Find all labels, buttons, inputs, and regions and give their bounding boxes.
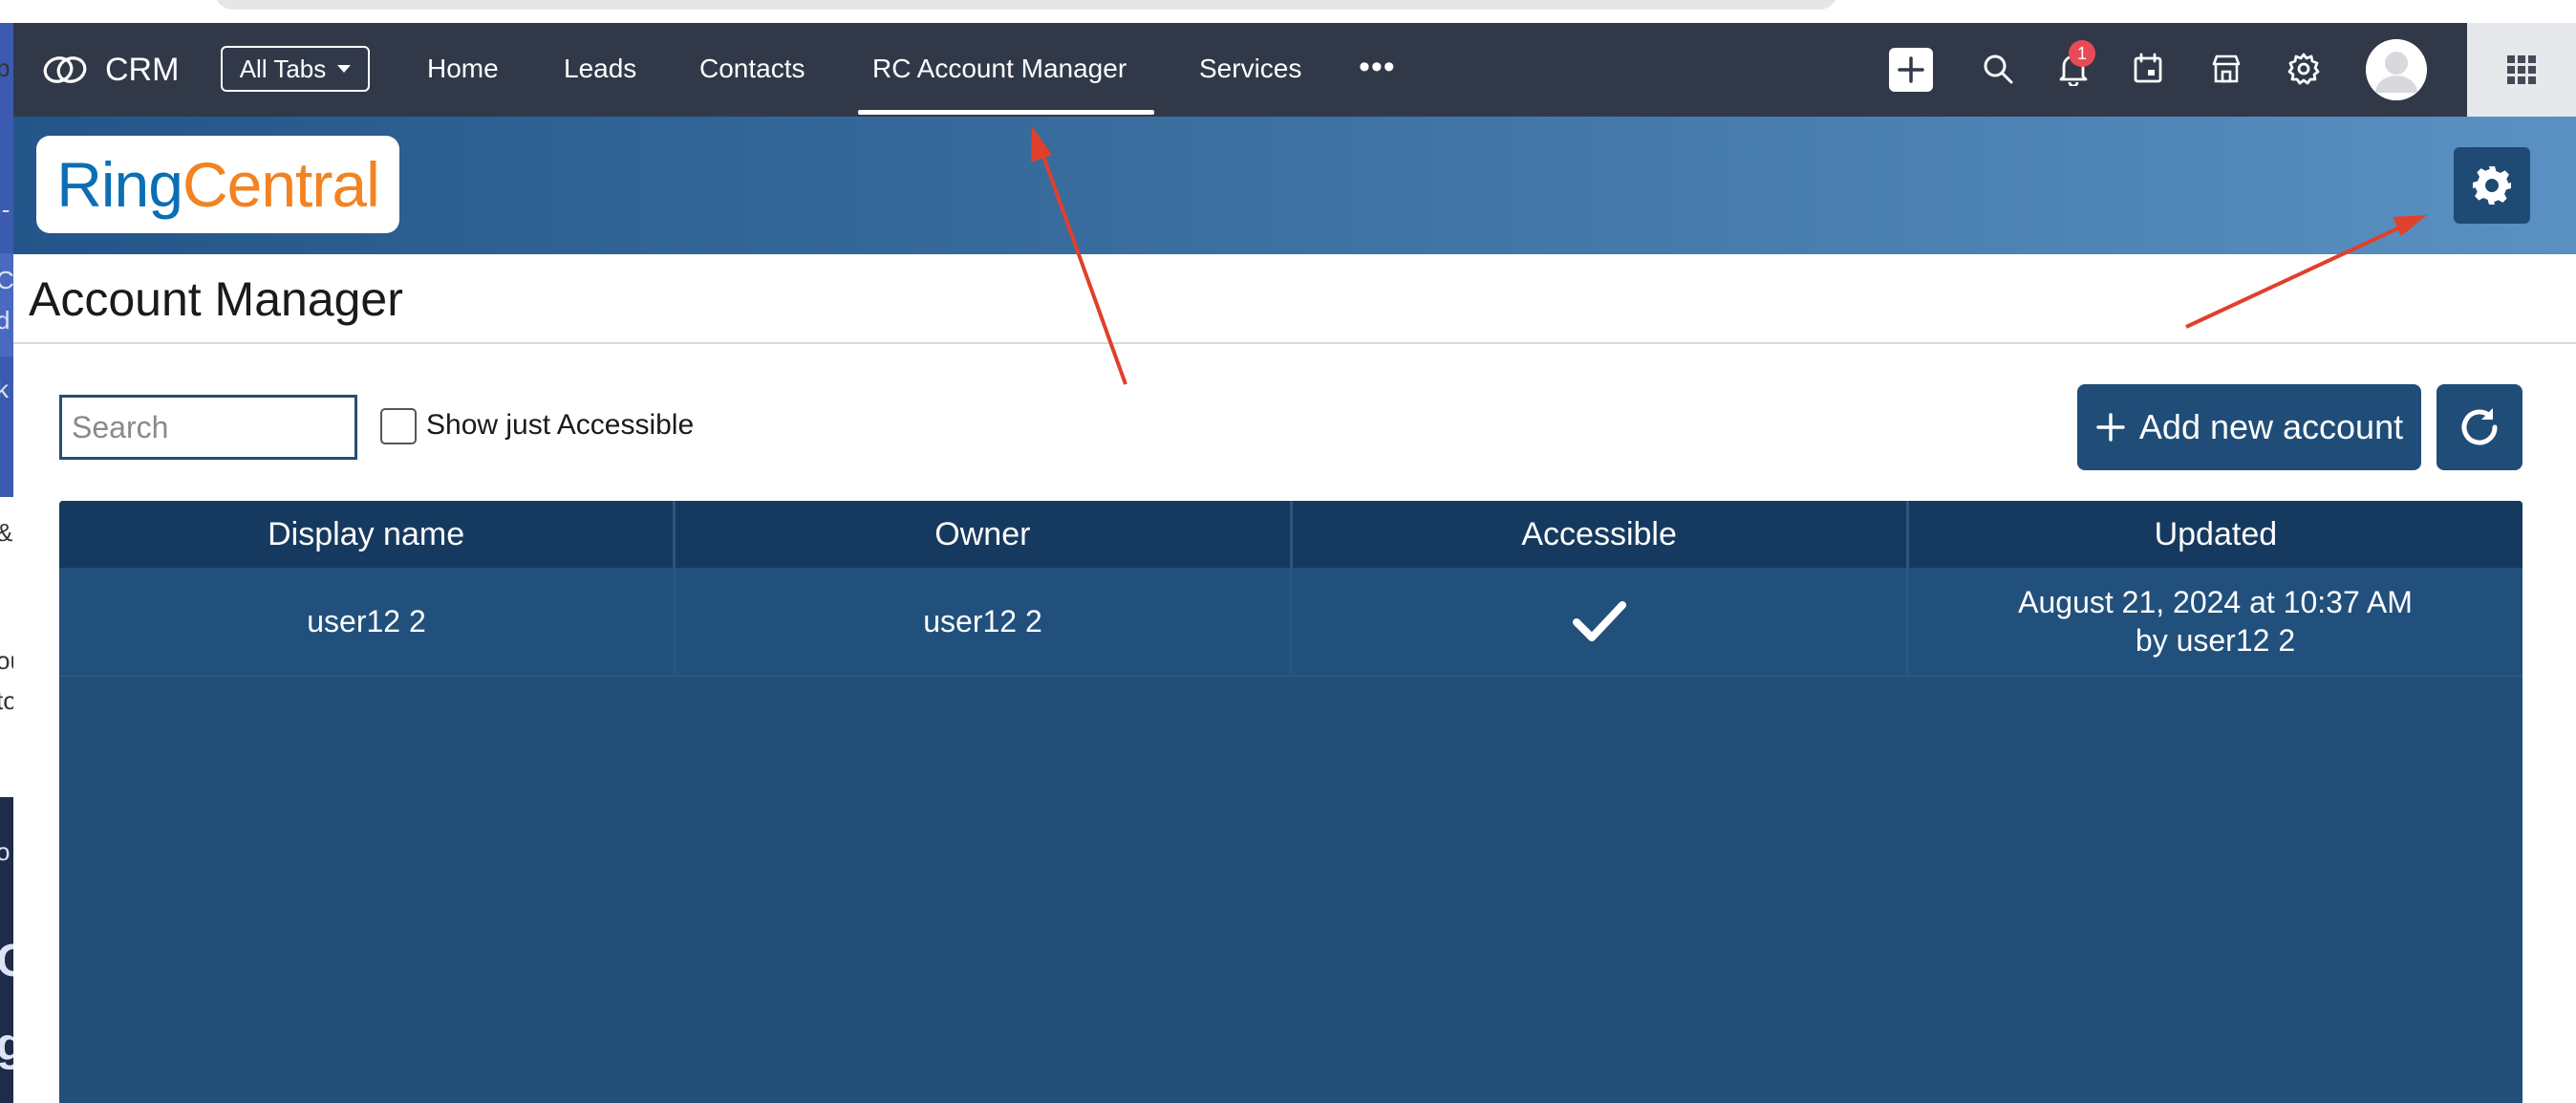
more-tabs-button[interactable]: ••• bbox=[1359, 51, 1396, 83]
tab-label: Home bbox=[427, 54, 499, 83]
tab-label: RC Account Manager bbox=[872, 54, 1127, 83]
search-input[interactable] bbox=[59, 395, 357, 460]
all-tabs-dropdown[interactable]: All Tabs bbox=[221, 46, 370, 92]
checkmark-icon bbox=[1572, 601, 1626, 641]
user-icon bbox=[2366, 39, 2427, 100]
plus-icon bbox=[2096, 413, 2125, 442]
notification-badge: 1 bbox=[2069, 40, 2095, 67]
tab-leads[interactable]: Leads bbox=[564, 46, 636, 92]
ringcentral-header: Ring Central bbox=[13, 117, 2576, 254]
tab-label: Services bbox=[1199, 54, 1302, 83]
show-accessible-checkbox[interactable] bbox=[380, 408, 417, 444]
background-text-fragment: g bbox=[0, 1019, 13, 1071]
add-new-account-label: Add new account bbox=[2138, 407, 2404, 446]
rc-settings-button[interactable] bbox=[2454, 147, 2530, 224]
refresh-icon bbox=[2461, 408, 2498, 445]
background-text-fragment: k bbox=[0, 375, 9, 403]
table-row[interactable]: user12 2 user12 2 August 21, 2024 at 10:… bbox=[59, 568, 2522, 677]
cell-display-name: user12 2 bbox=[59, 568, 676, 675]
column-header-owner[interactable]: Owner bbox=[676, 501, 1293, 568]
background-text-fragment: o bbox=[0, 837, 11, 866]
background-window-strip: p j- Ce d k & ou to o C g bbox=[0, 0, 13, 1103]
column-header-accessible[interactable]: Accessible bbox=[1293, 501, 1909, 568]
browser-address-bar bbox=[13, 0, 2576, 23]
display-name-value: user12 2 bbox=[307, 604, 426, 638]
tab-home[interactable]: Home bbox=[427, 46, 499, 92]
background-text-fragment: ou bbox=[0, 646, 13, 675]
cell-updated: August 21, 2024 at 10:37 AM by user12 2 bbox=[1908, 568, 2522, 675]
tab-label: Leads bbox=[564, 54, 637, 83]
table-header: Display name Owner Accessible Updated bbox=[59, 501, 2522, 568]
add-new-account-button[interactable]: Add new account bbox=[2077, 384, 2421, 470]
active-tab-indicator bbox=[858, 110, 1154, 115]
top-navbar: CRM All Tabs Home Leads Contacts RC Acco… bbox=[13, 23, 2576, 117]
plus-icon bbox=[1898, 56, 1924, 83]
background-text-fragment: Ce bbox=[0, 266, 13, 294]
screenshot-frame: p j- Ce d k & ou to o C g CRM All Tabs bbox=[0, 0, 2576, 1103]
quick-create-button[interactable] bbox=[1889, 48, 1933, 92]
background-text-fragment: p bbox=[0, 54, 11, 82]
browser-url-field[interactable] bbox=[214, 0, 1838, 10]
owner-value: user12 2 bbox=[923, 604, 1042, 638]
accounts-table: Display name Owner Accessible Updated us… bbox=[59, 501, 2522, 1103]
user-avatar[interactable] bbox=[2366, 39, 2427, 100]
refresh-button[interactable] bbox=[2436, 384, 2522, 470]
logo-text-ring: Ring bbox=[56, 149, 183, 220]
ringcentral-logo: Ring Central bbox=[36, 136, 399, 233]
column-header-display-name[interactable]: Display name bbox=[59, 501, 676, 568]
cell-accessible bbox=[1292, 568, 1908, 675]
tab-rc-account-manager[interactable]: RC Account Manager bbox=[872, 46, 1127, 92]
logo-text-central: Central bbox=[182, 149, 380, 220]
page-title: Account Manager bbox=[29, 272, 403, 326]
crm-logo-icon bbox=[43, 56, 87, 83]
store-icon bbox=[2212, 54, 2241, 83]
grid-icon bbox=[2507, 55, 2536, 84]
gear-icon bbox=[2287, 53, 2320, 85]
all-tabs-label: All Tabs bbox=[239, 54, 327, 83]
updated-date: August 21, 2024 at 10:37 AM bbox=[2018, 585, 2413, 619]
background-window-top bbox=[0, 0, 13, 23]
cell-owner: user12 2 bbox=[676, 568, 1292, 675]
marketplace-button[interactable] bbox=[2203, 46, 2249, 92]
app-name: CRM bbox=[105, 51, 180, 88]
settings-button[interactable] bbox=[2281, 46, 2327, 92]
app-launcher-button[interactable] bbox=[2467, 23, 2576, 117]
tab-services[interactable]: Services bbox=[1199, 46, 1301, 92]
background-text-fragment: d bbox=[0, 306, 11, 335]
background-text-fragment: C bbox=[0, 935, 13, 987]
column-header-updated[interactable]: Updated bbox=[1909, 501, 2522, 568]
crm-brand[interactable]: CRM bbox=[42, 46, 179, 94]
background-text-fragment: to bbox=[0, 686, 13, 715]
show-accessible-label[interactable]: Show just Accessible bbox=[426, 409, 694, 442]
background-text-fragment: j- bbox=[0, 195, 11, 224]
tab-label: Contacts bbox=[699, 54, 805, 83]
divider bbox=[13, 342, 2576, 344]
gear-icon bbox=[2473, 166, 2511, 205]
background-text-fragment: & bbox=[0, 518, 12, 548]
calendar-icon bbox=[2134, 53, 2162, 83]
tab-contacts[interactable]: Contacts bbox=[699, 46, 805, 92]
calendar-button[interactable] bbox=[2125, 46, 2171, 92]
caret-down-icon bbox=[337, 65, 352, 73]
search-button[interactable] bbox=[1975, 46, 2021, 92]
search-icon bbox=[1984, 54, 2013, 84]
updated-by: by user12 2 bbox=[2135, 623, 2296, 658]
